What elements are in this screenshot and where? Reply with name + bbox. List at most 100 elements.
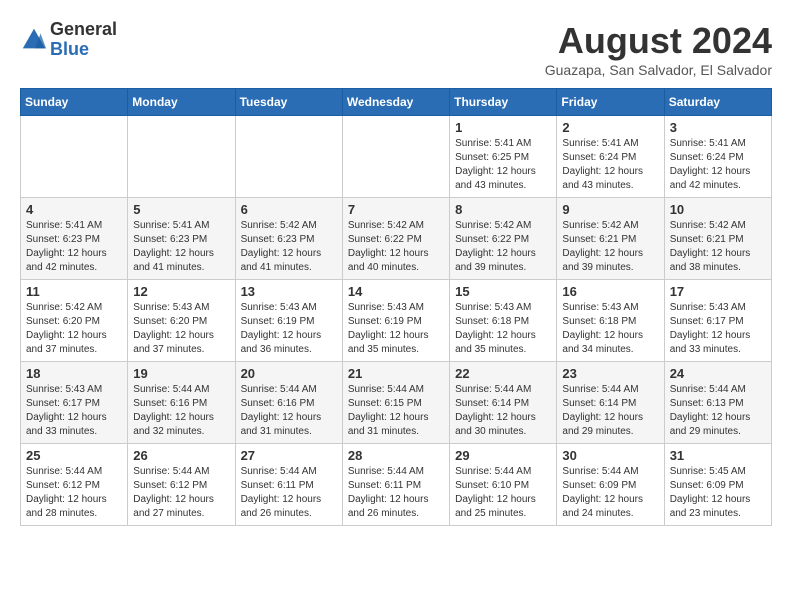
- day-number: 9: [562, 202, 658, 217]
- logo: General Blue: [20, 20, 117, 60]
- day-number: 31: [670, 448, 766, 463]
- day-info: Sunrise: 5:41 AM Sunset: 6:24 PM Dayligh…: [562, 137, 658, 193]
- day-info: Sunrise: 5:41 AM Sunset: 6:25 PM Dayligh…: [455, 137, 551, 193]
- day-info: Sunrise: 5:43 AM Sunset: 6:18 PM Dayligh…: [562, 301, 658, 357]
- calendar-cell: 25 Sunrise: 5:44 AM Sunset: 6:12 PM Dayli…: [21, 444, 128, 526]
- day-number: 15: [455, 284, 551, 299]
- calendar-cell: [21, 116, 128, 198]
- calendar-header-thursday: Thursday: [450, 89, 557, 116]
- day-number: 7: [348, 202, 444, 217]
- day-number: 14: [348, 284, 444, 299]
- month-title: August 2024: [545, 20, 772, 62]
- day-info: Sunrise: 5:41 AM Sunset: 6:23 PM Dayligh…: [133, 219, 229, 275]
- calendar-cell: 23 Sunrise: 5:44 AM Sunset: 6:14 PM Dayli…: [557, 362, 664, 444]
- day-number: 10: [670, 202, 766, 217]
- calendar-cell: 14Sunrise: 5:43 AM Sunset: 6:19 PM Dayli…: [342, 280, 449, 362]
- calendar-cell: 9Sunrise: 5:42 AM Sunset: 6:21 PM Daylig…: [557, 198, 664, 280]
- day-info: Sunrise: 5:42 AM Sunset: 6:20 PM Dayligh…: [26, 301, 122, 357]
- calendar-cell: 4Sunrise: 5:41 AM Sunset: 6:23 PM Daylig…: [21, 198, 128, 280]
- calendar-table: SundayMondayTuesdayWednesdayThursdayFrid…: [20, 88, 772, 526]
- day-info: Sunrise: 5:42 AM Sunset: 6:21 PM Dayligh…: [670, 219, 766, 275]
- calendar-cell: 26Sunrise: 5:44 AM Sunset: 6:12 PM Dayli…: [128, 444, 235, 526]
- day-info: Sunrise: 5:44 AM Sunset: 6:15 PM Dayligh…: [348, 383, 444, 439]
- calendar-cell: 13Sunrise: 5:43 AM Sunset: 6:19 PM Dayli…: [235, 280, 342, 362]
- calendar-header-wednesday: Wednesday: [342, 89, 449, 116]
- day-number: 3: [670, 120, 766, 135]
- day-number: 12: [133, 284, 229, 299]
- logo-general-text: General: [50, 20, 117, 40]
- day-number: 2: [562, 120, 658, 135]
- calendar-cell: 10 Sunrise: 5:42 AM Sunset: 6:21 PM Dayli…: [664, 198, 771, 280]
- calendar-cell: 17 Sunrise: 5:43 AM Sunset: 6:17 PM Dayli…: [664, 280, 771, 362]
- calendar-week-row: 4Sunrise: 5:41 AM Sunset: 6:23 PM Daylig…: [21, 198, 772, 280]
- calendar-header-saturday: Saturday: [664, 89, 771, 116]
- day-number: 29: [455, 448, 551, 463]
- day-number: 27: [241, 448, 337, 463]
- calendar-week-row: 25 Sunrise: 5:44 AM Sunset: 6:12 PM Dayli…: [21, 444, 772, 526]
- day-info: Sunrise: 5:43 AM Sunset: 6:17 PM Dayligh…: [670, 301, 766, 357]
- calendar-cell: 1 Sunrise: 5:41 AM Sunset: 6:25 PM Daylig…: [450, 116, 557, 198]
- day-info: Sunrise: 5:44 AM Sunset: 6:11 PM Dayligh…: [241, 465, 337, 521]
- day-number: 5: [133, 202, 229, 217]
- day-number: 25: [26, 448, 122, 463]
- calendar-header-row: SundayMondayTuesdayWednesdayThursdayFrid…: [21, 89, 772, 116]
- day-info: Sunrise: 5:44 AM Sunset: 6:10 PM Dayligh…: [455, 465, 551, 521]
- day-number: 30: [562, 448, 658, 463]
- day-number: 16: [562, 284, 658, 299]
- calendar-cell: 12 Sunrise: 5:43 AM Sunset: 6:20 PM Dayli…: [128, 280, 235, 362]
- calendar-cell: 3 Sunrise: 5:41 AM Sunset: 6:24 PM Daylig…: [664, 116, 771, 198]
- day-info: Sunrise: 5:43 AM Sunset: 6:20 PM Dayligh…: [133, 301, 229, 357]
- day-number: 8: [455, 202, 551, 217]
- day-number: 18: [26, 366, 122, 381]
- day-number: 23: [562, 366, 658, 381]
- page-header: General Blue August 2024 Guazapa, San Sa…: [20, 20, 772, 78]
- calendar-cell: [235, 116, 342, 198]
- calendar-header-monday: Monday: [128, 89, 235, 116]
- logo-blue-text: Blue: [50, 40, 117, 60]
- calendar-cell: [342, 116, 449, 198]
- day-info: Sunrise: 5:44 AM Sunset: 6:11 PM Dayligh…: [348, 465, 444, 521]
- calendar-cell: [128, 116, 235, 198]
- title-block: August 2024 Guazapa, San Salvador, El Sa…: [545, 20, 772, 78]
- day-info: Sunrise: 5:43 AM Sunset: 6:18 PM Dayligh…: [455, 301, 551, 357]
- day-number: 20: [241, 366, 337, 381]
- calendar-cell: 11Sunrise: 5:42 AM Sunset: 6:20 PM Dayli…: [21, 280, 128, 362]
- day-info: Sunrise: 5:44 AM Sunset: 6:16 PM Dayligh…: [133, 383, 229, 439]
- day-number: 6: [241, 202, 337, 217]
- location-subtitle: Guazapa, San Salvador, El Salvador: [545, 62, 772, 78]
- day-info: Sunrise: 5:44 AM Sunset: 6:12 PM Dayligh…: [26, 465, 122, 521]
- calendar-cell: 20Sunrise: 5:44 AM Sunset: 6:16 PM Dayli…: [235, 362, 342, 444]
- calendar-cell: 16 Sunrise: 5:43 AM Sunset: 6:18 PM Dayli…: [557, 280, 664, 362]
- day-info: Sunrise: 5:42 AM Sunset: 6:22 PM Dayligh…: [348, 219, 444, 275]
- calendar-week-row: 18Sunrise: 5:43 AM Sunset: 6:17 PM Dayli…: [21, 362, 772, 444]
- calendar-cell: 24 Sunrise: 5:44 AM Sunset: 6:13 PM Dayli…: [664, 362, 771, 444]
- calendar-cell: 22Sunrise: 5:44 AM Sunset: 6:14 PM Dayli…: [450, 362, 557, 444]
- calendar-header-sunday: Sunday: [21, 89, 128, 116]
- day-number: 17: [670, 284, 766, 299]
- calendar-cell: 8Sunrise: 5:42 AM Sunset: 6:22 PM Daylig…: [450, 198, 557, 280]
- day-number: 24: [670, 366, 766, 381]
- day-info: Sunrise: 5:44 AM Sunset: 6:14 PM Dayligh…: [562, 383, 658, 439]
- calendar-cell: 15 Sunrise: 5:43 AM Sunset: 6:18 PM Dayli…: [450, 280, 557, 362]
- day-number: 28: [348, 448, 444, 463]
- day-info: Sunrise: 5:44 AM Sunset: 6:13 PM Dayligh…: [670, 383, 766, 439]
- day-number: 13: [241, 284, 337, 299]
- calendar-week-row: 1 Sunrise: 5:41 AM Sunset: 6:25 PM Daylig…: [21, 116, 772, 198]
- calendar-cell: 19 Sunrise: 5:44 AM Sunset: 6:16 PM Dayli…: [128, 362, 235, 444]
- calendar-cell: 27 Sunrise: 5:44 AM Sunset: 6:11 PM Dayli…: [235, 444, 342, 526]
- calendar-cell: 31Sunrise: 5:45 AM Sunset: 6:09 PM Dayli…: [664, 444, 771, 526]
- day-info: Sunrise: 5:41 AM Sunset: 6:24 PM Dayligh…: [670, 137, 766, 193]
- day-number: 19: [133, 366, 229, 381]
- day-number: 26: [133, 448, 229, 463]
- calendar-cell: 7 Sunrise: 5:42 AM Sunset: 6:22 PM Daylig…: [342, 198, 449, 280]
- day-number: 21: [348, 366, 444, 381]
- day-number: 1: [455, 120, 551, 135]
- calendar-header-friday: Friday: [557, 89, 664, 116]
- calendar-cell: 21 Sunrise: 5:44 AM Sunset: 6:15 PM Dayli…: [342, 362, 449, 444]
- calendar-header-tuesday: Tuesday: [235, 89, 342, 116]
- day-info: Sunrise: 5:41 AM Sunset: 6:23 PM Dayligh…: [26, 219, 122, 275]
- calendar-cell: 5 Sunrise: 5:41 AM Sunset: 6:23 PM Daylig…: [128, 198, 235, 280]
- calendar-cell: 6Sunrise: 5:42 AM Sunset: 6:23 PM Daylig…: [235, 198, 342, 280]
- calendar-cell: 18Sunrise: 5:43 AM Sunset: 6:17 PM Dayli…: [21, 362, 128, 444]
- logo-icon: [20, 26, 48, 54]
